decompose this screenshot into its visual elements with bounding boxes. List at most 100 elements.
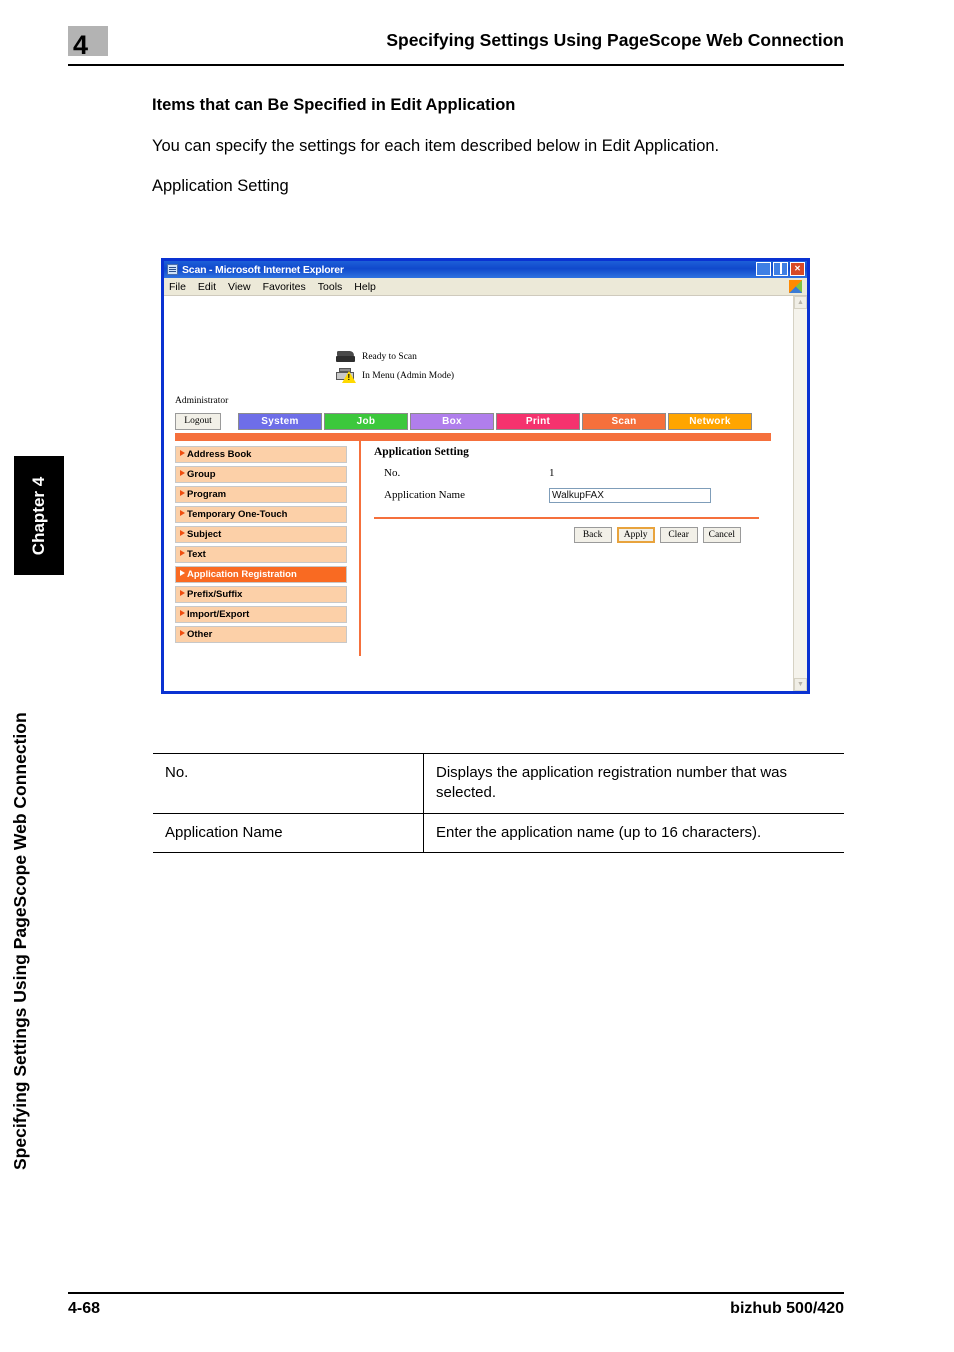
status-ready-label: Ready to Scan	[362, 351, 417, 362]
page-title: Specifying Settings Using PageScope Web …	[386, 30, 844, 50]
table-cell-item: Application Name	[153, 812, 424, 853]
bullet-arrow-icon	[180, 530, 185, 537]
tab-print[interactable]: Print	[496, 413, 580, 430]
bullet-arrow-icon	[180, 510, 185, 517]
menu-edit[interactable]: Edit	[198, 281, 216, 293]
webpage-sidebar: Address Book Group Program Temporary One…	[175, 446, 347, 646]
menu-file[interactable]: File	[169, 281, 186, 293]
sidebar-item-text[interactable]: Text	[175, 546, 347, 563]
scanner-icon	[336, 350, 356, 364]
bullet-arrow-icon	[180, 630, 185, 637]
sidebar-item-group[interactable]: Group	[175, 466, 347, 483]
sidebar-item-import-export[interactable]: Import/Export	[175, 606, 347, 623]
sidebar-divider	[359, 441, 361, 656]
sidebar-item-label: Address Book	[187, 449, 252, 460]
table-cell-description: Enter the application name (up to 16 cha…	[423, 812, 844, 853]
browser-title: Scan - Microsoft Internet Explorer	[182, 263, 344, 276]
webpage-root: Ready to Scan In Menu (Admin Mode) Admin…	[164, 296, 793, 691]
sidebar-item-temporary-one-touch[interactable]: Temporary One-Touch	[175, 506, 347, 523]
tab-box[interactable]: Box	[410, 413, 494, 430]
bullet-arrow-icon	[180, 590, 185, 597]
scroll-up-icon[interactable]: ▲	[794, 296, 807, 309]
ie-logo-icon	[789, 280, 802, 293]
printer-warning-icon	[336, 367, 356, 384]
clear-button[interactable]: Clear	[659, 527, 698, 543]
tab-system[interactable]: System	[238, 413, 322, 430]
section-heading: Items that can Be Specified in Edit Appl…	[152, 96, 516, 114]
ie-page-icon	[167, 264, 178, 275]
chapter-number: 4	[73, 30, 88, 60]
field-no-value: 1	[549, 467, 555, 479]
accent-bar	[175, 433, 771, 441]
sidebar-item-label: Other	[187, 629, 213, 640]
sidebar-item-subject[interactable]: Subject	[175, 526, 347, 543]
browser-menubar: File Edit View Favorites Tools Help	[164, 278, 807, 296]
bullet-arrow-icon	[180, 470, 185, 477]
scroll-down-icon[interactable]: ▼	[794, 678, 807, 691]
table-row: No. Displays the application registratio…	[153, 753, 844, 814]
sidebar-item-other[interactable]: Other	[175, 626, 347, 643]
sidebar-item-application-registration[interactable]: Application Registration	[175, 566, 347, 583]
chapter-tab-label: Chapter 4	[29, 476, 48, 555]
chapter-tab: Chapter 4	[14, 456, 64, 575]
footer-page-number: 4-68	[68, 1300, 101, 1317]
browser-window-screenshot: Scan - Microsoft Internet Explorer ✕ Fil…	[161, 258, 810, 694]
browser-titlebar: Scan - Microsoft Internet Explorer ✕	[164, 261, 807, 278]
footer-divider	[68, 1292, 844, 1294]
status-row-menu: In Menu (Admin Mode)	[336, 367, 454, 384]
sidebar-item-prefix-suffix[interactable]: Prefix/Suffix	[175, 586, 347, 603]
table-cell-item: No.	[153, 753, 424, 814]
back-button[interactable]: Back	[573, 527, 612, 543]
sidebar-item-label: Group	[187, 469, 216, 480]
bullet-arrow-icon	[180, 570, 185, 577]
field-no-label: No.	[384, 467, 401, 479]
table-cell-description: Displays the application registration nu…	[423, 753, 844, 814]
bullet-arrow-icon	[180, 550, 185, 557]
cancel-button[interactable]: Cancel	[702, 527, 741, 543]
menu-tools[interactable]: Tools	[318, 281, 343, 293]
status-menu-label: In Menu (Admin Mode)	[362, 370, 455, 381]
maximize-icon[interactable]	[773, 262, 788, 276]
sidebar-item-program[interactable]: Program	[175, 486, 347, 503]
status-row-ready: Ready to Scan	[336, 348, 454, 365]
user-label: Administrator	[175, 396, 229, 406]
close-icon[interactable]: ✕	[790, 262, 805, 276]
panel-button-row: Back Apply Clear Cancel	[374, 527, 759, 543]
field-application-name-label: Application Name	[384, 489, 465, 501]
vertical-scrollbar[interactable]: ▲ ▼	[793, 296, 807, 691]
panel-title: Application Setting	[374, 446, 469, 458]
tab-network[interactable]: Network	[668, 413, 752, 430]
field-application-name: Application Name WalkupFAX	[374, 487, 759, 503]
application-name-input[interactable]: WalkupFAX	[549, 487, 711, 503]
bullet-arrow-icon	[180, 490, 185, 497]
menu-favorites[interactable]: Favorites	[263, 281, 306, 293]
menu-help[interactable]: Help	[354, 281, 376, 293]
running-title-sidebar: Specifying Settings Using PageScope Web …	[10, 610, 64, 1170]
sidebar-item-label: Application Registration	[187, 569, 297, 580]
body-content: Items that can Be Specified in Edit Appl…	[152, 96, 844, 199]
figure-caption: Application Setting	[152, 176, 289, 195]
sidebar-item-label: Prefix/Suffix	[187, 589, 243, 600]
tab-scan[interactable]: Scan	[582, 413, 666, 430]
sidebar-item-label: Import/Export	[187, 609, 250, 620]
running-title-label: Specifying Settings Using PageScope Web …	[10, 712, 30, 1170]
footer-product-name: bizhub 500/420	[730, 1300, 844, 1317]
header-divider	[68, 64, 844, 66]
table-row: Application Name Enter the application n…	[153, 812, 844, 853]
bullet-arrow-icon	[180, 450, 185, 457]
bullet-arrow-icon	[180, 610, 185, 617]
sidebar-item-address-book[interactable]: Address Book	[175, 446, 347, 463]
panel-divider	[374, 517, 759, 519]
logout-button[interactable]: Logout	[175, 413, 221, 430]
browser-content-area: ▲ ▼ Ready to Scan In Menu (Admin Mode)	[164, 296, 807, 691]
sidebar-item-label: Subject	[187, 529, 222, 540]
sidebar-item-label: Temporary One-Touch	[187, 509, 288, 520]
field-no: No. 1	[374, 465, 759, 481]
minimize-icon[interactable]	[756, 262, 771, 276]
menu-view[interactable]: View	[228, 281, 251, 293]
tab-job[interactable]: Job	[324, 413, 408, 430]
apply-button[interactable]: Apply	[616, 527, 655, 543]
page-header: 4 Specifying Settings Using PageScope We…	[68, 26, 844, 68]
intro-paragraph: You can specify the settings for each it…	[152, 137, 720, 155]
sidebar-item-label: Text	[187, 549, 206, 560]
